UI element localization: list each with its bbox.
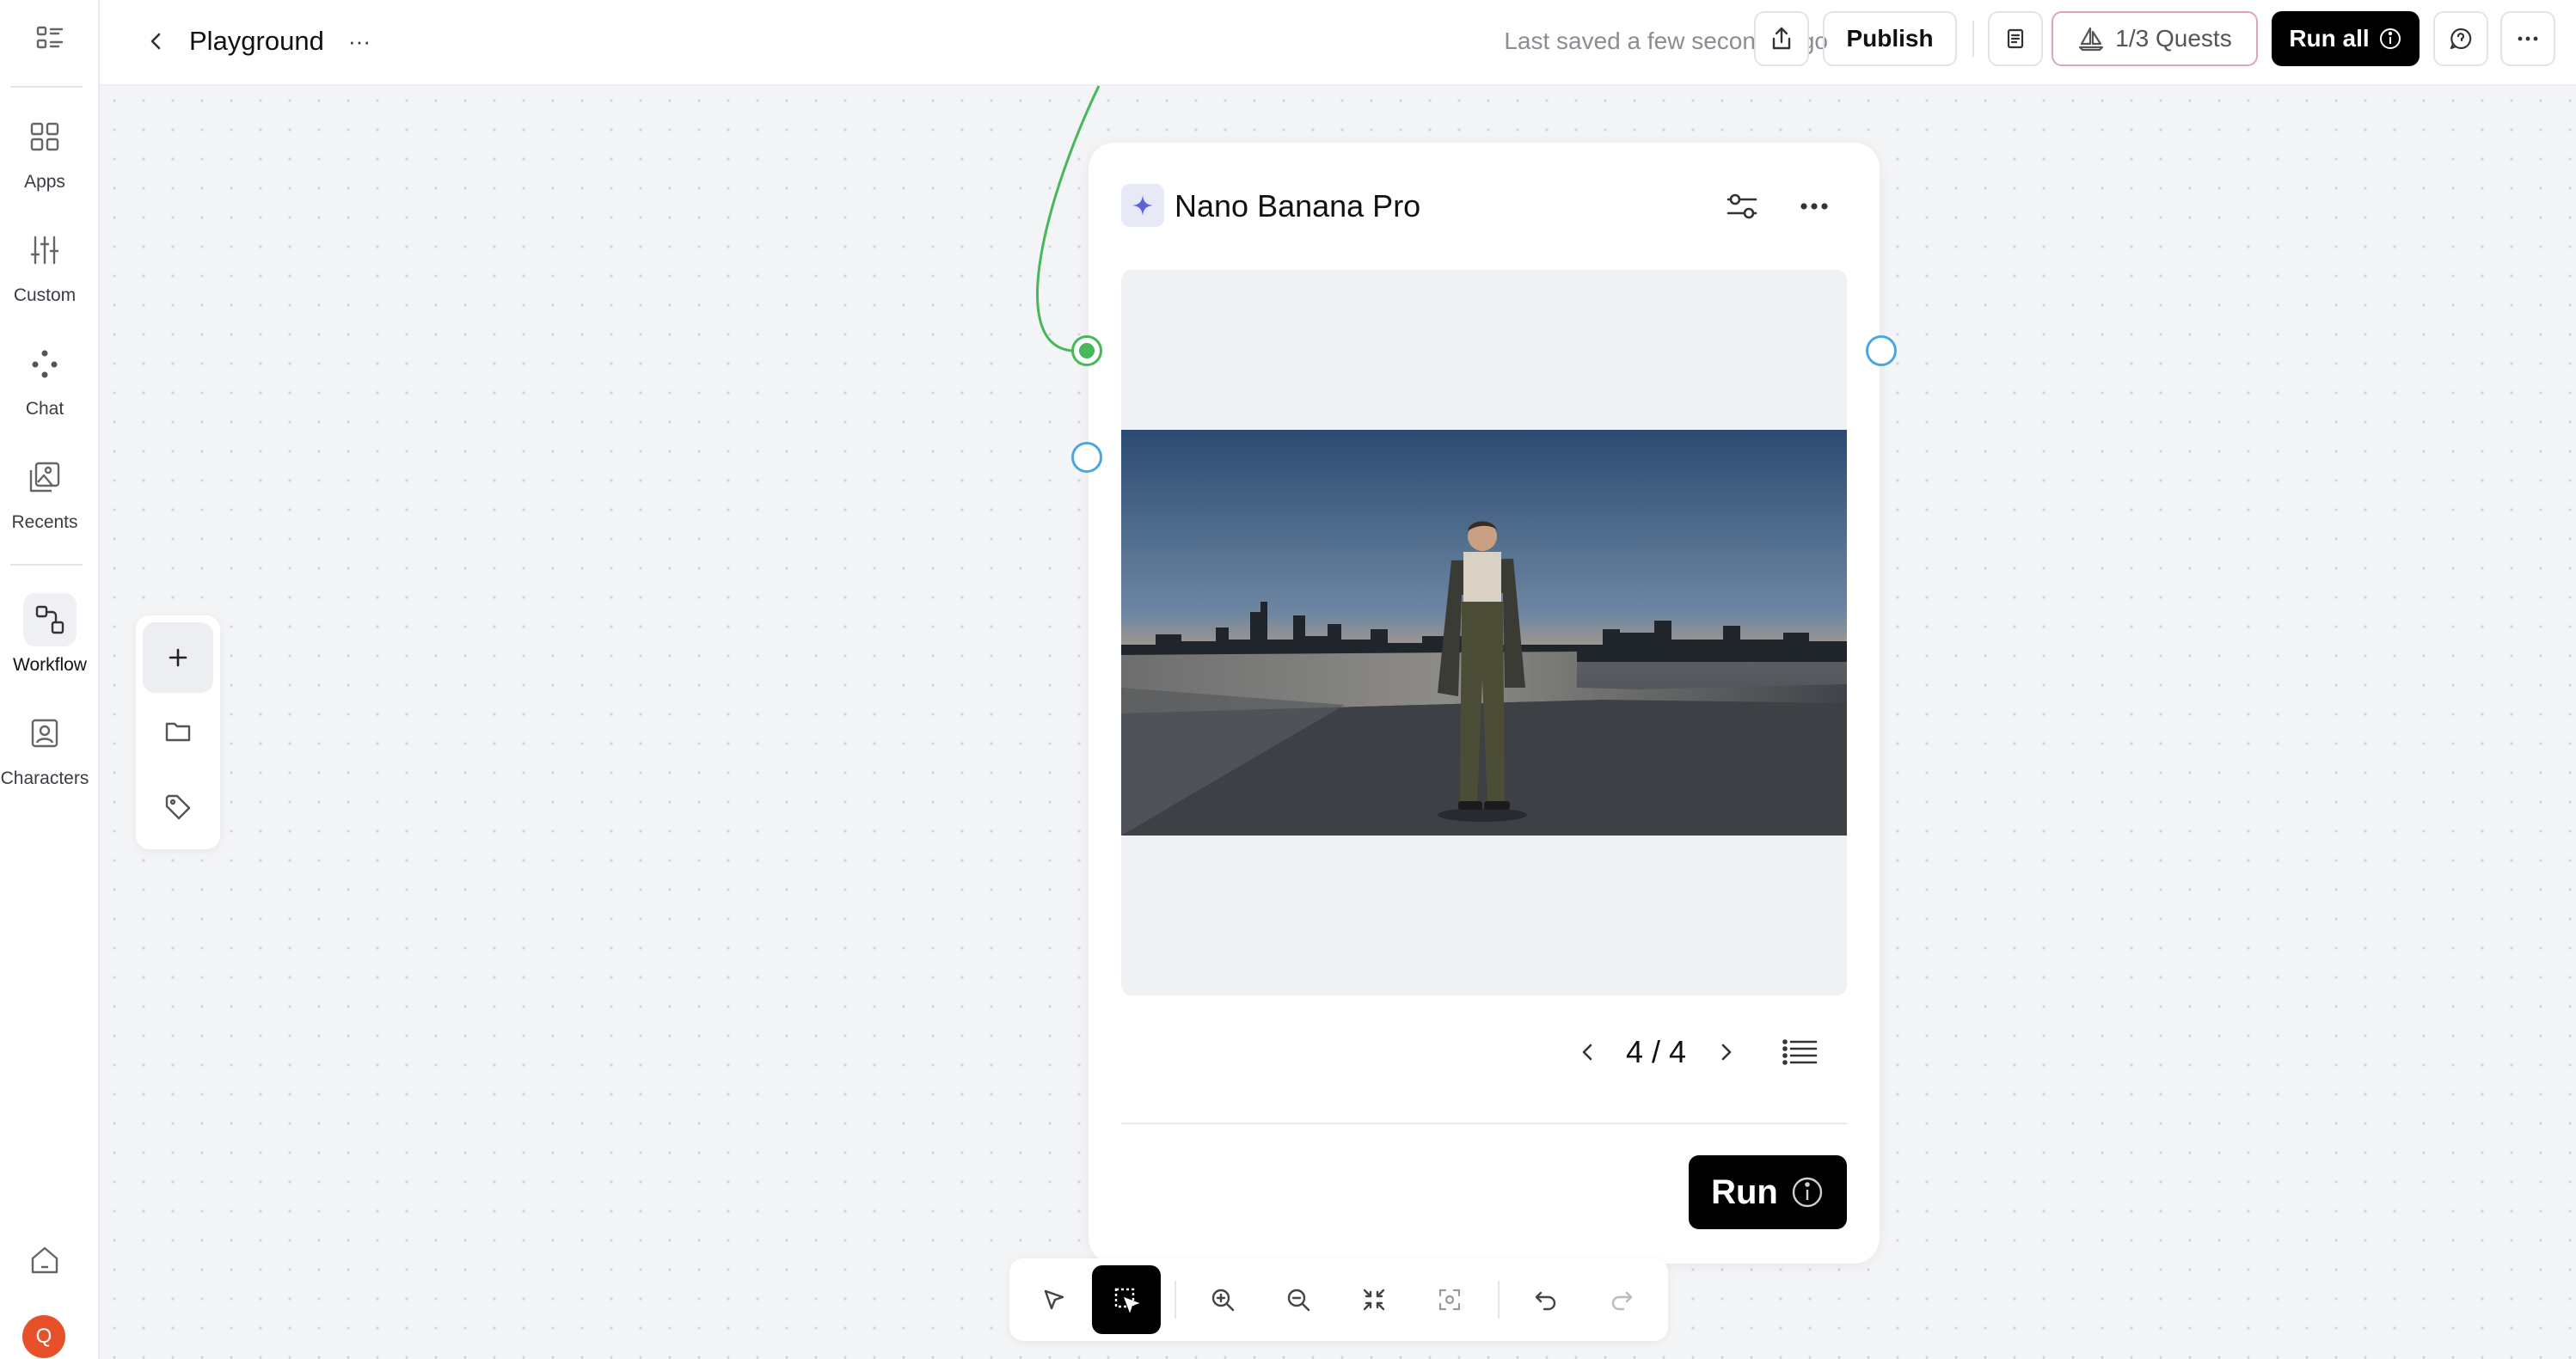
pointer-tool-button[interactable]: [1020, 1265, 1089, 1334]
settings-sliders-icon: [1727, 193, 1757, 219]
next-image-button[interactable]: [1702, 1028, 1751, 1076]
image-list-button[interactable]: [1776, 1028, 1825, 1076]
folder-button[interactable]: [143, 696, 213, 767]
chevron-left-icon: [1582, 1044, 1592, 1061]
image-pager: 4 / 4: [1625, 1034, 1687, 1069]
info-icon: [1792, 1177, 1823, 1208]
image-preview[interactable]: [1121, 270, 1847, 995]
previous-image-button[interactable]: [1563, 1028, 1611, 1076]
plus-icon: [169, 648, 187, 667]
canvas-toolbar: [1009, 1258, 1668, 1341]
generated-image: [1121, 430, 1847, 836]
selection-icon: [1114, 1288, 1140, 1313]
toolbar-divider: [1175, 1281, 1176, 1319]
focus-icon: [1438, 1289, 1461, 1311]
undo-button[interactable]: [1512, 1265, 1580, 1334]
select-tool-button[interactable]: [1092, 1265, 1161, 1334]
run-label: Run: [1711, 1172, 1778, 1211]
run-button[interactable]: Run: [1689, 1155, 1847, 1229]
tag-button[interactable]: [143, 772, 213, 842]
sparkle-icon: [1121, 184, 1164, 227]
zoom-out-icon: [1287, 1289, 1310, 1312]
node-more-button[interactable]: [1788, 181, 1840, 232]
output-port[interactable]: [1866, 335, 1897, 366]
model-node[interactable]: Nano Banana Pro 4 / 4 Run: [1089, 143, 1880, 1264]
node-title: Nano Banana Pro: [1175, 188, 1421, 223]
zoom-in-button[interactable]: [1188, 1265, 1257, 1334]
fit-view-button[interactable]: [1340, 1265, 1408, 1334]
chevron-right-icon: [1721, 1044, 1732, 1061]
node-tool-panel: [136, 615, 220, 849]
toolbar-divider: [1498, 1281, 1500, 1319]
node-divider: [1121, 1123, 1847, 1124]
tag-icon: [165, 794, 191, 820]
undo-icon: [1535, 1291, 1556, 1311]
focus-button[interactable]: [1415, 1265, 1484, 1334]
input-port[interactable]: [1071, 442, 1102, 473]
node-settings-button[interactable]: [1716, 181, 1768, 232]
more-horizontal-icon: [1800, 203, 1828, 210]
folder-icon: [165, 722, 191, 742]
collapse-icon: [1363, 1289, 1385, 1311]
cursor-icon: [1044, 1289, 1064, 1310]
redo-button[interactable]: [1587, 1265, 1656, 1334]
zoom-in-icon: [1211, 1289, 1235, 1312]
redo-icon: [1611, 1291, 1633, 1311]
list-icon: [1782, 1039, 1818, 1065]
zoom-out-button[interactable]: [1264, 1265, 1333, 1334]
input-port-connected[interactable]: [1071, 335, 1102, 366]
add-node-button[interactable]: [143, 622, 213, 693]
